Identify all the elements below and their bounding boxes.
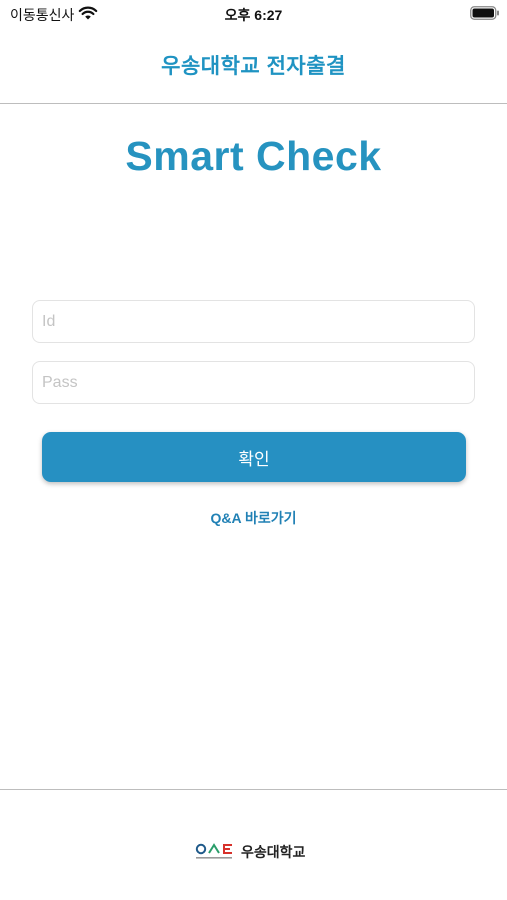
footer-logo-text: 우송대학교	[241, 844, 306, 860]
footer-divider	[0, 789, 507, 790]
login-screen: 이동통신사 오후 6:27 우송대학교 전자출결 Smart Check 확인 …	[0, 0, 507, 900]
confirm-button[interactable]: 확인	[42, 432, 466, 482]
footer-logo: 우송대학교	[195, 840, 305, 864]
header-divider	[0, 103, 507, 104]
confirm-button-label: 확인	[238, 449, 270, 469]
password-input[interactable]	[32, 361, 475, 404]
id-input[interactable]	[32, 300, 475, 343]
status-bar: 이동통신사 오후 6:27	[0, 0, 507, 28]
status-time: 오후 6:27	[224, 7, 283, 23]
battery-icon	[470, 6, 499, 20]
app-title: Smart Check	[125, 133, 382, 179]
qa-link[interactable]: Q&A 바로가기	[0, 508, 507, 528]
header-title: 우송대학교 전자출결	[161, 55, 346, 78]
university-logo-mark	[195, 843, 232, 859]
